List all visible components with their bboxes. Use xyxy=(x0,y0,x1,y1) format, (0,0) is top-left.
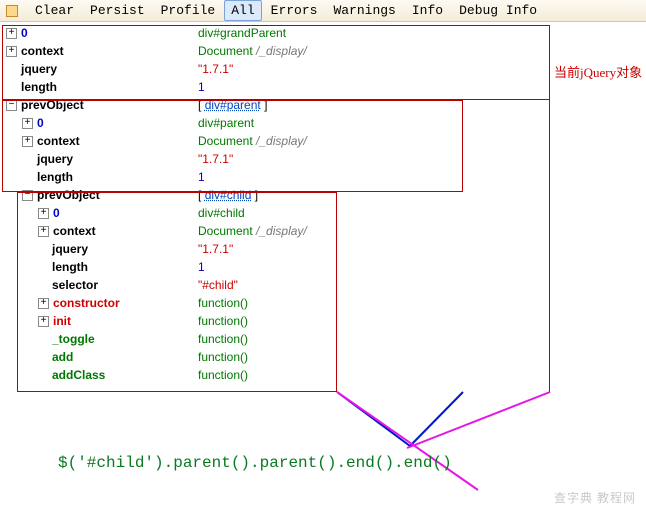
tree-row[interactable]: jquery "1.7.1" xyxy=(0,240,646,258)
expand-icon[interactable]: + xyxy=(38,316,49,327)
prop-key: length xyxy=(52,258,88,276)
toolbar-btn-errors[interactable]: Errors xyxy=(264,0,325,21)
dom-link[interactable]: div#child xyxy=(205,188,252,202)
toolbar-btn-info[interactable]: Info xyxy=(405,0,450,21)
prop-value: "1.7.1" xyxy=(198,150,233,168)
prop-value: "#child" xyxy=(198,276,238,294)
tree-row[interactable]: add function() xyxy=(0,348,646,366)
prop-value: 1 xyxy=(198,78,205,96)
dom-link[interactable]: div#parent xyxy=(205,98,261,112)
prop-value: div#parent xyxy=(198,114,254,132)
prop-key: jquery xyxy=(37,150,73,168)
toolbar-btn-all[interactable]: All xyxy=(224,0,261,21)
collapse-icon[interactable]: − xyxy=(22,190,33,201)
toolbar-btn-persist[interactable]: Persist xyxy=(83,0,152,21)
expand-icon[interactable]: + xyxy=(22,118,33,129)
prop-key: 0 xyxy=(21,24,28,42)
toolbar-btn-profile[interactable]: Profile xyxy=(154,0,223,21)
tree-row[interactable]: _toggle function() xyxy=(0,330,646,348)
prop-key: context xyxy=(37,132,80,150)
prop-key: length xyxy=(21,78,57,96)
prop-value: function() xyxy=(198,348,248,366)
prop-value: function() xyxy=(198,294,248,312)
tree-row[interactable]: selector "#child" xyxy=(0,276,646,294)
prop-key: length xyxy=(37,168,73,186)
tree-row[interactable]: length 1 xyxy=(0,258,646,276)
prop-key: jquery xyxy=(52,240,88,258)
prop-value: "1.7.1" xyxy=(198,240,233,258)
expand-icon[interactable]: + xyxy=(6,28,17,39)
expand-icon[interactable]: + xyxy=(38,298,49,309)
watermark: 查字典 教程网 xyxy=(554,489,636,506)
tree-row[interactable]: length 1 xyxy=(0,168,646,186)
prop-value: Document /_display/ xyxy=(198,42,307,60)
prop-key: 0 xyxy=(37,114,44,132)
expand-icon[interactable]: + xyxy=(38,226,49,237)
broom-icon xyxy=(4,3,20,19)
prop-key: context xyxy=(53,222,96,240)
prop-key: addClass xyxy=(52,366,105,384)
tree-row[interactable]: + 0 div#grandParent xyxy=(0,24,646,42)
prop-key: 0 xyxy=(53,204,60,222)
prop-key: prevObject xyxy=(37,186,100,204)
tree-row[interactable]: + 0 div#parent xyxy=(0,114,646,132)
tree-row[interactable]: + init function() xyxy=(0,312,646,330)
prop-value: "1.7.1" xyxy=(198,60,233,78)
object-tree: + 0 div#grandParent + context Document /… xyxy=(0,22,646,384)
prop-value: div#child xyxy=(198,204,245,222)
code-expression: $('#child').parent().parent().end().end(… xyxy=(58,454,452,472)
tree-row-prevobject[interactable]: − prevObject [ div#child ] xyxy=(0,186,646,204)
prop-value: 1 xyxy=(198,258,205,276)
prop-key: _toggle xyxy=(52,330,95,348)
prop-value: function() xyxy=(198,366,248,384)
prop-key: selector xyxy=(52,276,98,294)
toolbar-btn-warnings[interactable]: Warnings xyxy=(326,0,402,21)
prop-key: prevObject xyxy=(21,96,84,114)
prop-value: 1 xyxy=(198,168,205,186)
expand-icon[interactable]: + xyxy=(6,46,17,57)
tree-row[interactable]: + context Document /_display/ xyxy=(0,42,646,60)
toolbar-btn-clear[interactable]: Clear xyxy=(28,0,81,21)
expand-icon[interactable]: + xyxy=(22,136,33,147)
console-toolbar: Clear Persist Profile All Errors Warning… xyxy=(0,0,646,22)
tree-row-prevobject[interactable]: − prevObject [ div#parent ] xyxy=(0,96,646,114)
tree-row[interactable]: length 1 xyxy=(0,78,646,96)
toolbar-btn-debug[interactable]: Debug Info xyxy=(452,0,544,21)
tree-row[interactable]: addClass function() xyxy=(0,366,646,384)
prop-key: add xyxy=(52,348,73,366)
collapse-icon[interactable]: − xyxy=(6,100,17,111)
prop-key: constructor xyxy=(53,294,120,312)
prop-value: Document /_display/ xyxy=(198,222,307,240)
tree-row[interactable]: + context Document /_display/ xyxy=(0,132,646,150)
prop-key: jquery xyxy=(21,60,57,78)
tree-row[interactable]: + 0 div#child xyxy=(0,204,646,222)
tree-row[interactable]: + context Document /_display/ xyxy=(0,222,646,240)
tree-row[interactable]: + constructor function() xyxy=(0,294,646,312)
tree-row[interactable]: jquery "1.7.1" xyxy=(0,150,646,168)
prop-value: Document /_display/ xyxy=(198,132,307,150)
prop-value: function() xyxy=(198,330,248,348)
prop-value: function() xyxy=(198,312,248,330)
expand-icon[interactable]: + xyxy=(38,208,49,219)
prop-value: [ div#child ] xyxy=(198,186,258,204)
prop-value: div#grandParent xyxy=(198,24,286,42)
tree-row[interactable]: jquery "1.7.1" xyxy=(0,60,646,78)
prop-key: context xyxy=(21,42,64,60)
prop-key: init xyxy=(53,312,71,330)
annotation-label: 当前jQuery对象 xyxy=(554,62,642,81)
prop-value: [ div#parent ] xyxy=(198,96,267,114)
